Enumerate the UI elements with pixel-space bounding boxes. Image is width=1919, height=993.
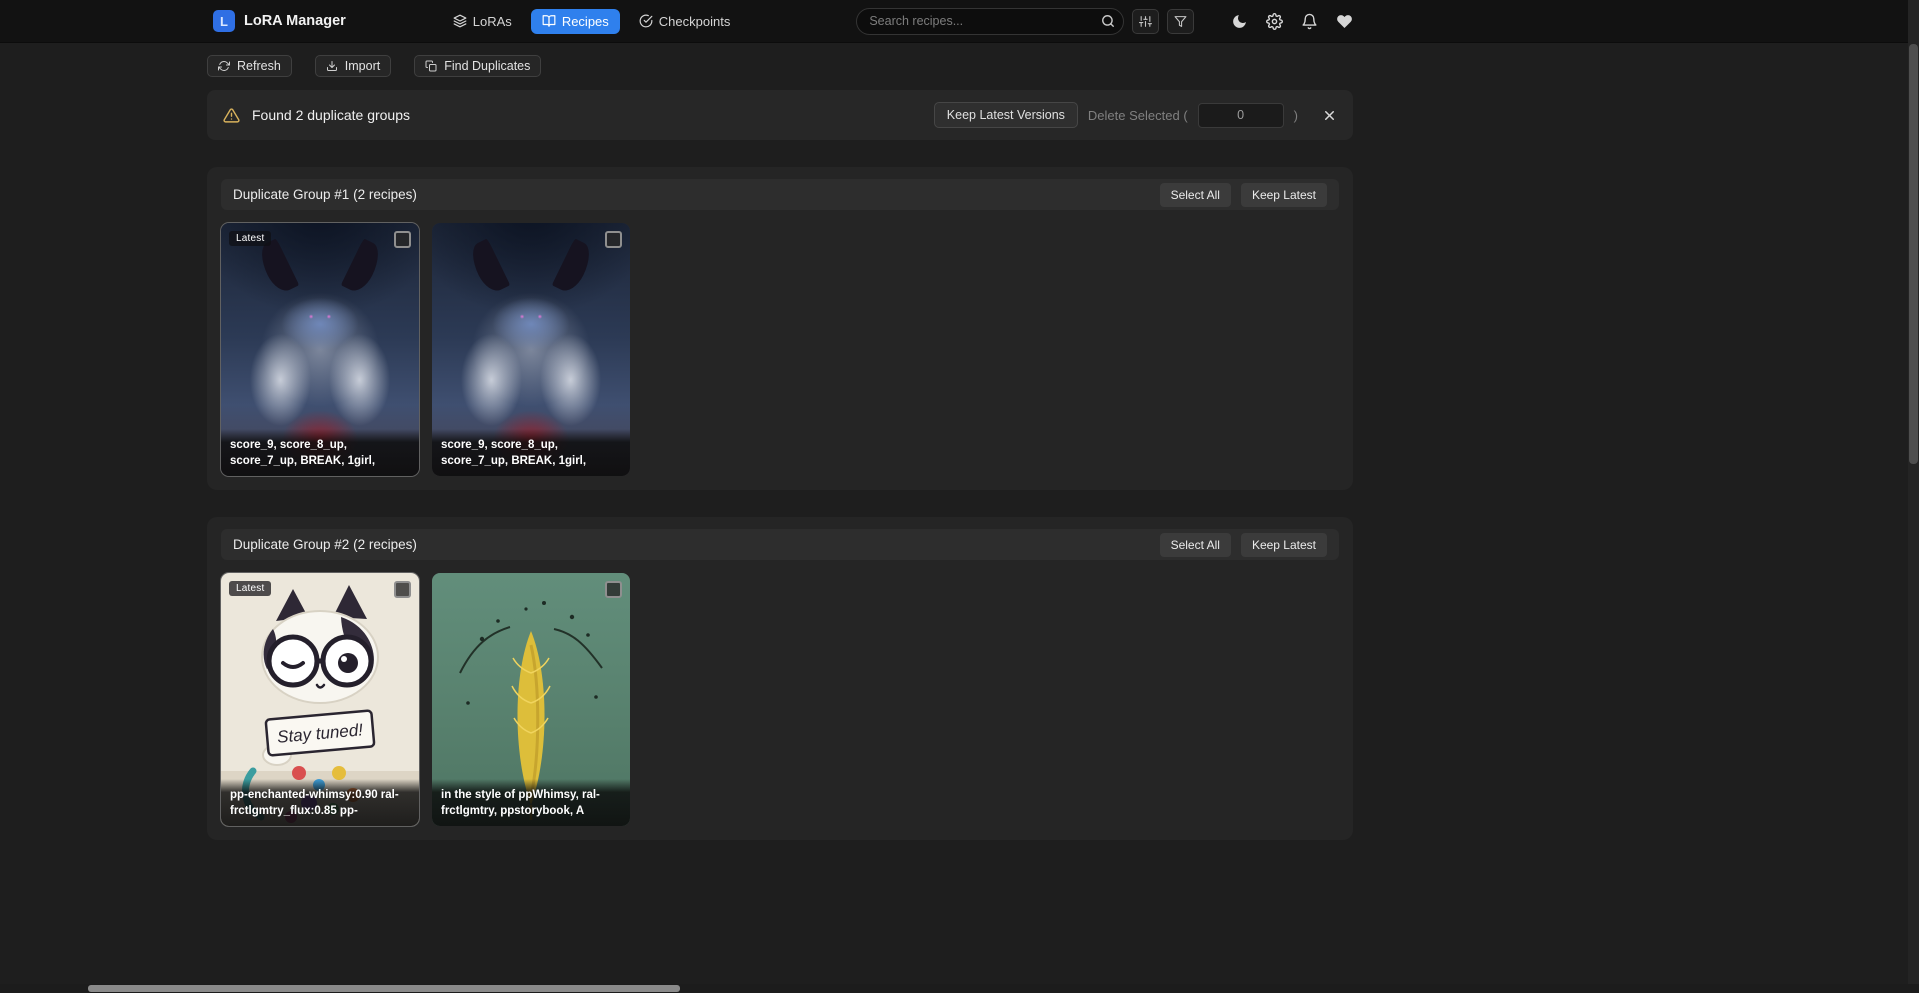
recipe-select-checkbox[interactable] (605, 231, 622, 248)
tab-recipes-label: Recipes (562, 14, 609, 29)
vertical-scrollbar-thumb[interactable] (1909, 44, 1918, 464)
vertical-scrollbar[interactable] (1908, 0, 1919, 993)
alert-message: Found 2 duplicate groups (252, 107, 410, 123)
group-2-keep-latest-button[interactable]: Keep Latest (1241, 533, 1327, 557)
recipe-select-checkbox[interactable] (394, 581, 411, 598)
navbar: L LoRA Manager LoRAs Recipes Checkpoi (0, 0, 1919, 42)
tab-checkpoints-label: Checkpoints (659, 14, 731, 29)
group-1-header: Duplicate Group #1 (2 recipes) Select Al… (221, 179, 1339, 210)
recipe-caption: pp-enchanted-whimsy:0.90 ral-frctlgmtry_… (221, 779, 419, 826)
recipe-select-checkbox[interactable] (605, 581, 622, 598)
recipe-caption: score_9, score_8_up, score_7_up, BREAK, … (221, 429, 419, 476)
recipe-card[interactable]: Stay tuned! Latest pp-enchanted-whimsy (221, 573, 419, 826)
heart-icon (1336, 13, 1353, 30)
tab-recipes[interactable]: Recipes (531, 9, 620, 34)
latest-badge: Latest (229, 581, 271, 596)
duplicates-alert-banner: Found 2 duplicate groups Keep Latest Ver… (207, 90, 1353, 140)
tab-loras-label: LoRAs (473, 14, 512, 29)
horizontal-scrollbar-thumb[interactable] (88, 985, 680, 992)
download-icon (326, 60, 338, 72)
gear-icon (1266, 13, 1283, 30)
refresh-button[interactable]: Refresh (207, 55, 292, 77)
delete-selected-label: Delete Selected ( (1088, 108, 1188, 123)
recipe-card[interactable]: score_9, score_8_up, score_7_up, BREAK, … (432, 223, 630, 476)
recipe-caption: score_9, score_8_up, score_7_up, BREAK, … (432, 429, 630, 476)
navbar-actions (1231, 13, 1353, 30)
delete-selected-suffix: ) (1294, 108, 1298, 123)
search-input[interactable] (856, 8, 1124, 35)
group-1-title: Duplicate Group #1 (2 recipes) (233, 187, 417, 202)
app-brand: L LoRA Manager (213, 10, 346, 32)
group-2-header: Duplicate Group #2 (2 recipes) Select Al… (221, 529, 1339, 560)
recipes-toolbar: Refresh Import Find Duplicates (207, 55, 1353, 77)
latest-badge: Latest (229, 231, 271, 246)
main-content: Refresh Import Find Duplicates Found 2 d… (207, 55, 1353, 840)
keep-latest-versions-button[interactable]: Keep Latest Versions (934, 102, 1078, 128)
group-1-keep-latest-button[interactable]: Keep Latest (1241, 183, 1327, 207)
sort-options-button[interactable] (1132, 9, 1159, 34)
duplicate-group-2-panel: Duplicate Group #2 (2 recipes) Select Al… (207, 517, 1353, 840)
tab-checkpoints[interactable]: Checkpoints (628, 9, 742, 34)
theme-toggle-button[interactable] (1231, 13, 1248, 30)
close-alert-button[interactable] (1322, 108, 1337, 123)
find-duplicates-label: Find Duplicates (444, 59, 530, 73)
layers-icon (453, 14, 467, 28)
settings-button[interactable] (1266, 13, 1283, 30)
horizontal-scrollbar[interactable] (0, 984, 1919, 993)
copy-icon (425, 60, 437, 72)
moon-icon (1231, 13, 1248, 30)
duplicate-group-1-panel: Duplicate Group #1 (2 recipes) Select Al… (207, 167, 1353, 490)
find-duplicates-button[interactable]: Find Duplicates (414, 55, 541, 77)
main-nav: LoRAs Recipes Checkpoints (442, 9, 742, 34)
refresh-icon (218, 60, 230, 72)
tab-loras[interactable]: LoRAs (442, 9, 523, 34)
recipe-card[interactable]: Latest score_9, score_8_up, score_7_up, … (221, 223, 419, 476)
app-logo-icon: L (213, 10, 235, 32)
group-1-select-all-button[interactable]: Select All (1160, 183, 1231, 207)
search-icon[interactable] (1101, 14, 1115, 28)
delete-count-input[interactable] (1198, 103, 1284, 128)
recipe-select-checkbox[interactable] (394, 231, 411, 248)
book-open-icon (542, 14, 556, 28)
search-area (856, 8, 1194, 35)
group-2-title: Duplicate Group #2 (2 recipes) (233, 537, 417, 552)
import-button[interactable]: Import (315, 55, 391, 77)
recipe-caption: in the style of ppWhimsy, ral-frctlgmtry… (432, 779, 630, 826)
recipe-card[interactable]: in the style of ppWhimsy, ral-frctlgmtry… (432, 573, 630, 826)
app-title: LoRA Manager (244, 13, 346, 29)
close-icon (1322, 108, 1337, 123)
sliders-icon (1139, 15, 1152, 28)
refresh-label: Refresh (237, 59, 281, 73)
check-circle-icon (639, 14, 653, 28)
filter-icon (1174, 15, 1187, 28)
group-2-select-all-button[interactable]: Select All (1160, 533, 1231, 557)
bell-icon (1301, 13, 1318, 30)
favorites-button[interactable] (1336, 13, 1353, 30)
warning-triangle-icon (223, 107, 240, 124)
filter-button[interactable] (1167, 9, 1194, 34)
import-label: Import (345, 59, 380, 73)
notifications-button[interactable] (1301, 13, 1318, 30)
